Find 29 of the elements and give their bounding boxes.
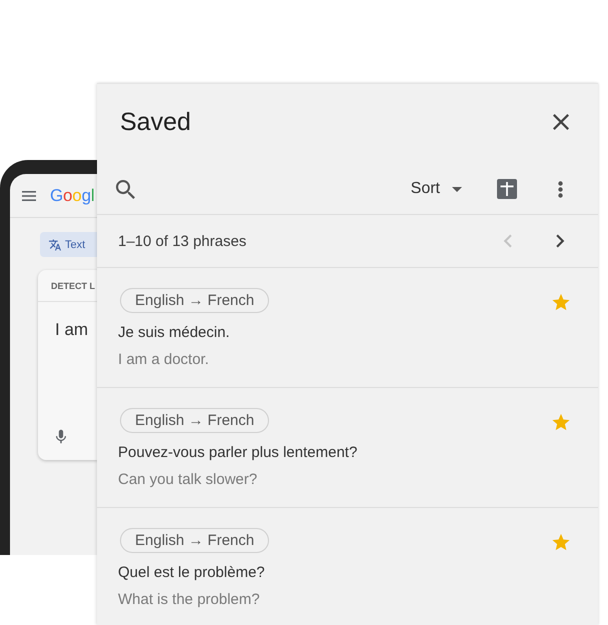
language-pair-chip: English → French xyxy=(120,288,270,313)
phrase-item[interactable]: English → French Pouvez-vous parler plus lentement? Can you talk slower? xyxy=(97,388,598,508)
microphone-icon[interactable] xyxy=(56,429,66,444)
cross-tile-icon xyxy=(497,179,517,199)
cross-tile-button[interactable] xyxy=(495,177,519,201)
detect-language-tab[interactable]: DETECT L xyxy=(51,280,95,290)
caret-icon xyxy=(452,186,462,192)
language-pair-chip: English → French xyxy=(120,408,270,433)
close-icon xyxy=(553,114,569,130)
translated-phrase: Pouvez-vous parler plus lentement? xyxy=(118,443,358,463)
translate-icon xyxy=(49,238,61,250)
original-phrase: What is the problem? xyxy=(118,590,261,610)
language-pair-chip: English → French xyxy=(120,528,270,553)
panel-title: Saved xyxy=(120,108,191,136)
sort-button[interactable]: Sort xyxy=(410,180,462,198)
more-options-icon xyxy=(558,180,562,198)
original-phrase: Can you talk slower? xyxy=(118,470,258,490)
phrase-count: 1–10 of 13 phrases xyxy=(118,232,248,250)
text-mode-tab[interactable]: Text xyxy=(40,232,98,257)
translated-phrase: Je suis médecin. xyxy=(118,323,231,343)
original-phrase: I am a doctor. xyxy=(118,350,210,370)
phrase-item[interactable]: English → French Je suis médecin. I am a doctor. xyxy=(97,268,598,388)
search-button[interactable] xyxy=(113,177,137,201)
logo-text: Googl xyxy=(50,186,94,206)
search-icon xyxy=(116,180,134,198)
menu-icon[interactable] xyxy=(22,190,36,200)
phrase-item[interactable]: English → French Quel est le problème? What is the problem? xyxy=(97,508,598,625)
translated-phrase: Quel est le problème? xyxy=(118,563,266,583)
input-text[interactable]: I am xyxy=(55,321,98,339)
